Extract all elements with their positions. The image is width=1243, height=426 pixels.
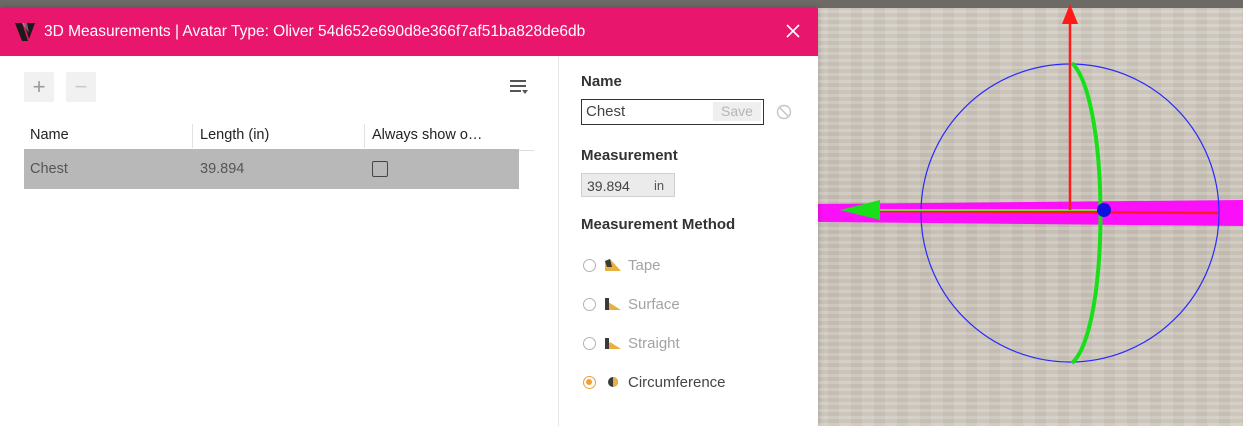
app-logo-icon [15, 23, 35, 41]
pivot-point [1097, 203, 1111, 217]
cancel-icon[interactable] [775, 103, 793, 121]
close-icon[interactable] [782, 20, 804, 42]
method-option-tape[interactable]: Tape [583, 254, 661, 276]
save-button[interactable]: Save [713, 102, 761, 121]
radio-button-selected[interactable] [583, 375, 596, 389]
measurement-value-field: 39.894 in [581, 173, 675, 197]
method-label-tape: Tape [628, 256, 661, 274]
method-label-circumference: Circumference [628, 373, 726, 391]
radio-button[interactable] [583, 258, 596, 272]
table-row[interactable]: Chest 39.894 [24, 149, 519, 189]
name-label: Name [581, 73, 622, 90]
radio-button[interactable] [583, 336, 596, 350]
surface-icon [605, 298, 621, 310]
row-name-cell: Chest [30, 161, 68, 177]
measurements-list-pane: + − Name Length (in) Always show o… Ches… [0, 56, 558, 426]
measurement-value: 39.894 [587, 178, 630, 194]
window-title: 3D Measurements | Avatar Type: Oliver 54… [44, 23, 586, 40]
column-options-icon[interactable] [508, 76, 530, 98]
column-header-name[interactable]: Name [30, 127, 69, 143]
row-length-cell: 39.894 [200, 161, 245, 177]
measurement-unit: in [654, 178, 665, 193]
name-field: Save [581, 99, 764, 125]
column-header-length[interactable]: Length (in) [200, 127, 269, 143]
column-divider[interactable] [364, 124, 365, 148]
measurements-dialog: 3D Measurements | Avatar Type: Oliver 54… [0, 8, 818, 426]
method-option-circumference[interactable]: Circumference [583, 371, 726, 393]
method-label-surface: Surface [628, 295, 680, 313]
measurement-details-pane: Name Save Measurement 39.894 in Measurem… [558, 56, 819, 426]
remove-measurement-button[interactable]: − [66, 72, 96, 102]
tape-icon [605, 259, 621, 271]
y-arrow-head [1062, 4, 1078, 24]
measurement-label: Measurement [581, 147, 678, 164]
circumference-icon [608, 377, 618, 387]
add-measurement-button[interactable]: + [24, 72, 54, 102]
name-input[interactable] [582, 100, 720, 123]
radio-button[interactable] [583, 297, 596, 311]
table-header: Name Length (in) Always show o… [24, 116, 534, 151]
method-option-straight[interactable]: Straight [583, 332, 680, 354]
method-option-surface[interactable]: Surface [583, 293, 680, 315]
always-show-checkbox[interactable] [372, 161, 388, 177]
straight-icon [605, 338, 621, 349]
method-label-straight: Straight [628, 334, 680, 352]
column-header-always-show[interactable]: Always show o… [372, 127, 482, 143]
method-label: Measurement Method [581, 216, 736, 233]
column-divider[interactable] [192, 124, 193, 148]
title-bar: 3D Measurements | Avatar Type: Oliver 54… [0, 8, 818, 56]
